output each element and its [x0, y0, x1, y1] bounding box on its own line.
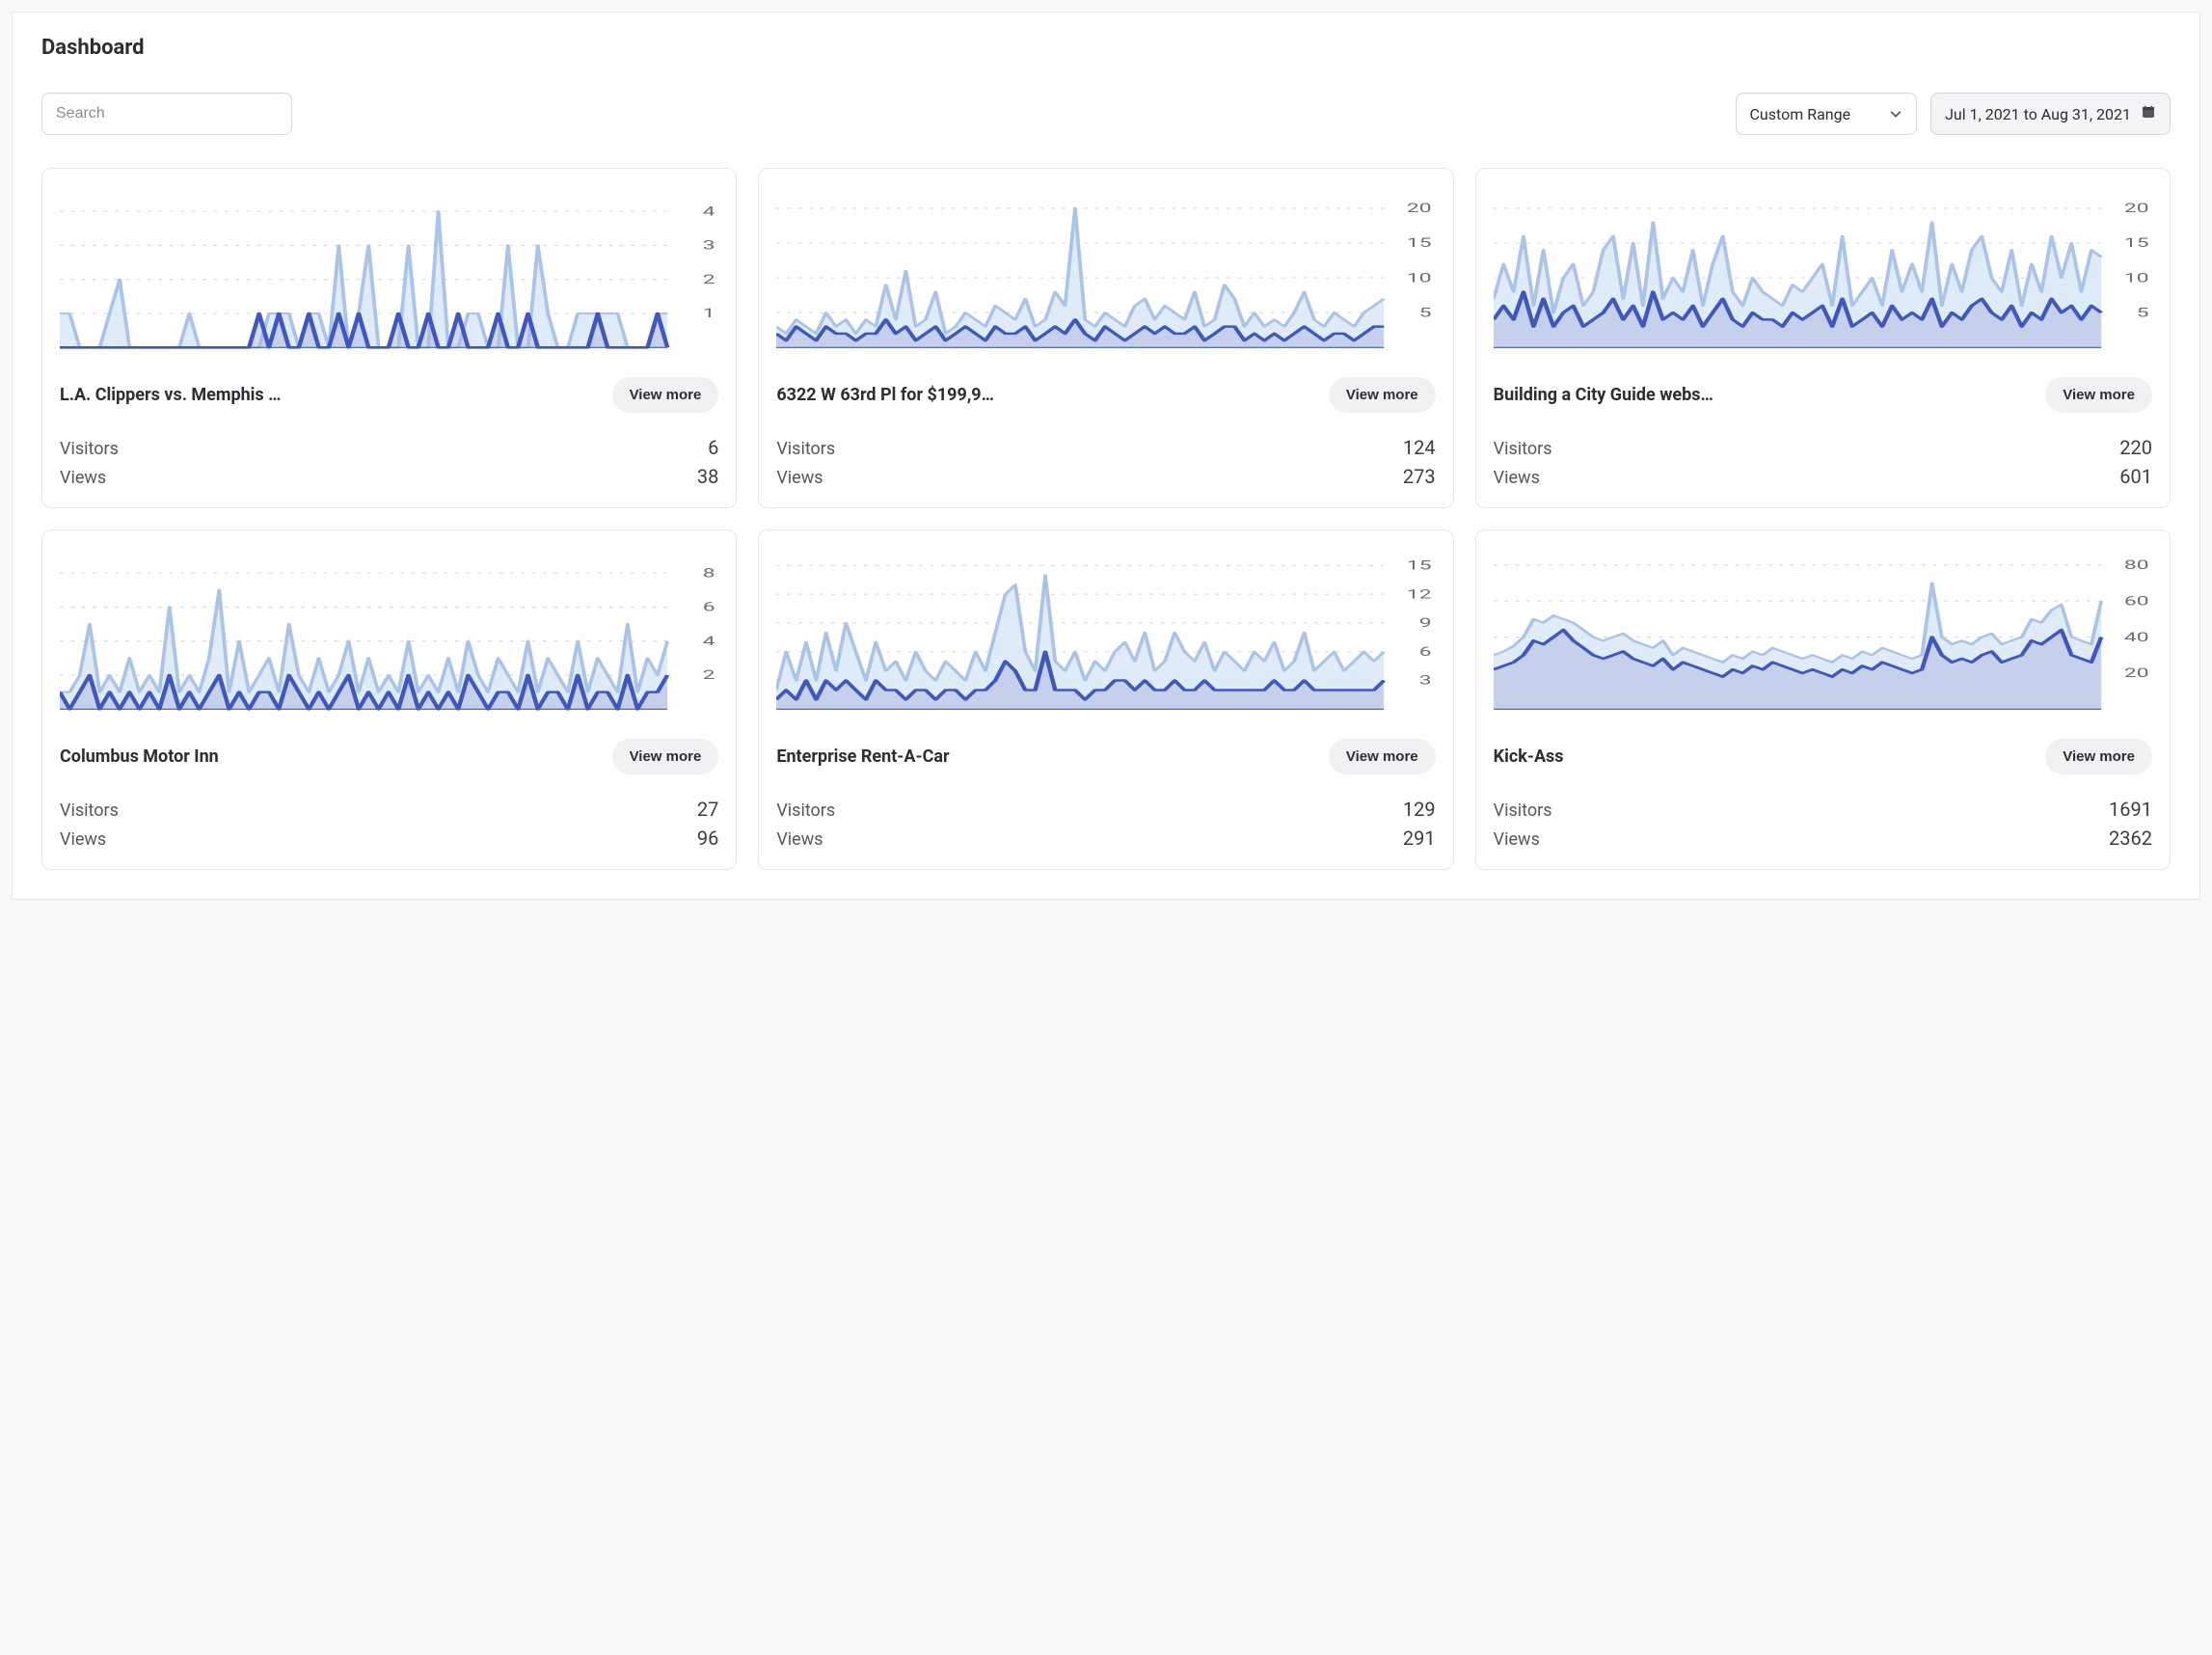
- svg-text:8: 8: [703, 566, 715, 581]
- views-value: 273: [1403, 465, 1436, 488]
- cards-grid: 1234 L.A. Clippers vs. Memphis … View mo…: [41, 168, 2171, 870]
- svg-text:4: 4: [703, 204, 715, 219]
- visitors-value: 129: [1403, 798, 1436, 821]
- visitors-label: Visitors: [1494, 439, 1552, 459]
- toolbar: Custom Range Jul 1, 2021 to Aug 31, 2021: [41, 93, 2171, 135]
- views-label: Views: [1494, 468, 1540, 488]
- range-select[interactable]: Custom Range: [1736, 93, 1918, 135]
- card-title: Columbus Motor Inn: [60, 746, 603, 767]
- chart: 3 6 9 12 15: [776, 548, 1435, 721]
- svg-text:10: 10: [1407, 271, 1432, 285]
- stats-card: 5 10 15 20 6322 W 63rd Pl for $199,9… View …: [758, 168, 1453, 508]
- svg-text:9: 9: [1419, 615, 1432, 630]
- svg-text:80: 80: [2124, 557, 2149, 572]
- svg-text:20: 20: [1407, 201, 1432, 215]
- svg-text:12: 12: [1407, 587, 1432, 602]
- chart: 1 2 3 4: [60, 186, 718, 360]
- views-label: Views: [776, 829, 823, 850]
- svg-text:6: 6: [703, 600, 715, 614]
- card-title: Building a City Guide webs…: [1494, 385, 2037, 405]
- svg-text:10: 10: [2124, 271, 2149, 285]
- svg-text:15: 15: [1407, 236, 1432, 251]
- range-select-label: Custom Range: [1750, 105, 1851, 123]
- stats-card: 1 2 3 4 L.A. Clippers vs. Memphis … View mo…: [41, 168, 737, 508]
- svg-text:20: 20: [2124, 665, 2149, 680]
- view-more-button[interactable]: View more: [612, 377, 719, 413]
- views-row: Views 291: [776, 827, 1435, 850]
- calendar-icon: [2141, 104, 2156, 123]
- views-row: Views 601: [1494, 465, 2152, 488]
- views-value: 291: [1403, 827, 1436, 850]
- card-title: L.A. Clippers vs. Memphis …: [60, 385, 603, 405]
- views-value: 2362: [2109, 827, 2152, 850]
- visitors-value: 27: [697, 798, 718, 821]
- card-title: Enterprise Rent-A-Car: [776, 746, 1319, 767]
- stats-card: 2 4 6 8 Columbus Motor Inn View more Visito…: [41, 529, 737, 870]
- views-row: Views 96: [60, 827, 718, 850]
- view-more-button[interactable]: View more: [612, 739, 719, 774]
- views-row: Views 273: [776, 465, 1435, 488]
- visitors-row: Visitors 27: [60, 798, 718, 821]
- chart: 5 10 15 20: [776, 186, 1435, 360]
- stats-card: 20 40 60 80 Kick-Ass View more Visitors 169…: [1475, 529, 2171, 870]
- svg-text:3: 3: [1419, 673, 1432, 688]
- svg-text:3: 3: [703, 238, 715, 253]
- views-label: Views: [1494, 829, 1540, 850]
- views-row: Views 2362: [1494, 827, 2152, 850]
- svg-text:40: 40: [2124, 630, 2149, 644]
- visitors-label: Visitors: [1494, 800, 1552, 821]
- svg-text:1: 1: [703, 307, 715, 321]
- svg-text:4: 4: [703, 634, 715, 648]
- visitors-value: 220: [2119, 436, 2152, 459]
- visitors-row: Visitors 1691: [1494, 798, 2152, 821]
- visitors-value: 6: [708, 436, 718, 459]
- svg-text:20: 20: [2124, 201, 2149, 215]
- visitors-value: 1691: [2109, 798, 2152, 821]
- views-value: 38: [697, 465, 718, 488]
- visitors-label: Visitors: [776, 439, 835, 459]
- visitors-row: Visitors 124: [776, 436, 1435, 459]
- visitors-label: Visitors: [60, 800, 119, 821]
- views-value: 601: [2119, 465, 2152, 488]
- svg-text:60: 60: [2124, 594, 2149, 609]
- search-input[interactable]: [41, 93, 292, 135]
- svg-text:15: 15: [2124, 236, 2149, 251]
- visitors-row: Visitors 129: [776, 798, 1435, 821]
- views-label: Views: [60, 829, 106, 850]
- views-label: Views: [776, 468, 823, 488]
- view-more-button[interactable]: View more: [2045, 377, 2152, 413]
- view-more-button[interactable]: View more: [1329, 377, 1436, 413]
- svg-text:15: 15: [1407, 558, 1432, 573]
- stats-card: 3691215 Enterprise Rent-A-Car View more …: [758, 529, 1453, 870]
- page-title: Dashboard: [41, 36, 2171, 60]
- date-range-label: Jul 1, 2021 to Aug 31, 2021: [1945, 105, 2131, 123]
- chart: 2 4 6 8: [60, 548, 718, 721]
- visitors-row: Visitors 220: [1494, 436, 2152, 459]
- visitors-row: Visitors 6: [60, 436, 718, 459]
- view-more-button[interactable]: View more: [2045, 739, 2152, 774]
- views-value: 96: [697, 827, 718, 850]
- svg-text:2: 2: [703, 668, 715, 683]
- views-label: Views: [60, 468, 106, 488]
- visitors-label: Visitors: [776, 800, 835, 821]
- chart: 5 10 15 20: [1494, 186, 2152, 360]
- visitors-value: 124: [1403, 436, 1436, 459]
- svg-text:5: 5: [1419, 306, 1432, 320]
- svg-text:5: 5: [2136, 306, 2148, 320]
- view-more-button[interactable]: View more: [1329, 739, 1436, 774]
- card-title: Kick-Ass: [1494, 746, 2037, 767]
- visitors-label: Visitors: [60, 439, 119, 459]
- views-row: Views 38: [60, 465, 718, 488]
- stats-card: 5 10 15 20 Building a City Guide webs… View…: [1475, 168, 2171, 508]
- chart: 20 40 60 80: [1494, 548, 2152, 721]
- card-title: 6322 W 63rd Pl for $199,9…: [776, 385, 1319, 405]
- svg-text:2: 2: [703, 272, 715, 286]
- chevron-down-icon: [1889, 107, 1902, 121]
- date-range-picker[interactable]: Jul 1, 2021 to Aug 31, 2021: [1930, 93, 2171, 135]
- svg-text:6: 6: [1419, 644, 1432, 659]
